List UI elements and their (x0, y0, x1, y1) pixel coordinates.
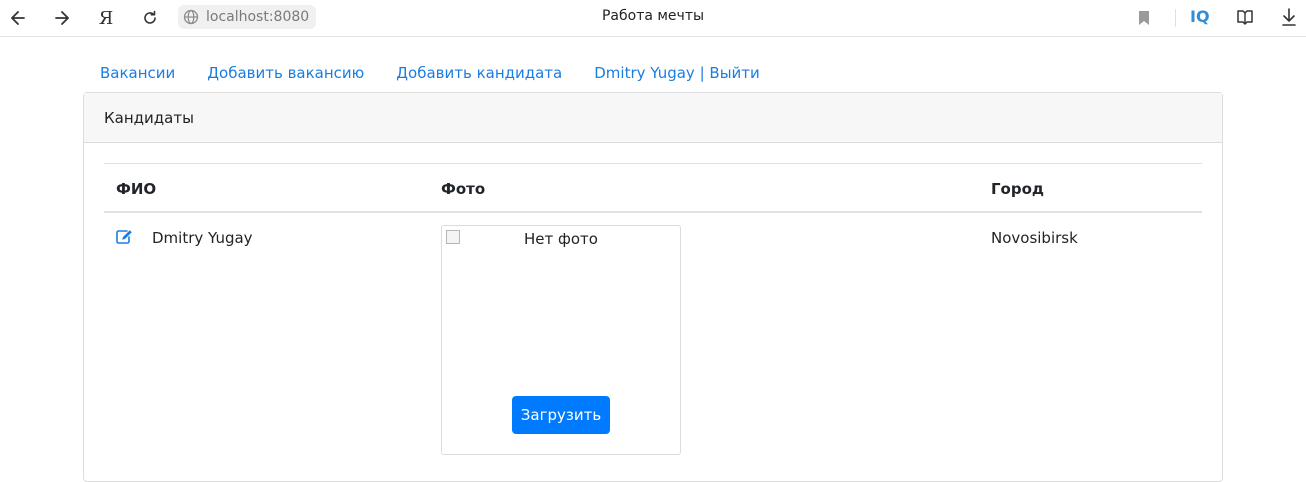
candidate-photo: Нет фото Загрузить (441, 225, 681, 455)
back-arrow-icon[interactable] (6, 6, 30, 30)
reload-icon[interactable] (138, 6, 162, 30)
table-header: ФИО Фото Город (104, 164, 1202, 213)
candidates-table: ФИО Фото Город Dmitry Yugay Нет фото Заг… (104, 163, 1202, 463)
url-text: localhost:8080 (206, 9, 310, 25)
main-nav: Вакансии Добавить вакансию Добавить канд… (84, 62, 776, 84)
photo-alt-text: Нет фото (524, 230, 598, 248)
nav-add-vacancy-link[interactable]: Добавить вакансию (191, 62, 380, 84)
column-header-city: Город (991, 180, 1045, 198)
browser-toolbar: Я localhost:8080 Работа мечты IQ (0, 0, 1306, 37)
reader-icon[interactable] (1235, 7, 1255, 31)
upload-photo-button[interactable]: Загрузить (512, 396, 610, 434)
bookmark-icon[interactable] (1137, 10, 1151, 30)
column-header-photo: Фото (441, 180, 486, 198)
candidates-card: Кандидаты ФИО Фото Город Dmitry Yugay Не… (83, 92, 1223, 482)
nav-user-logout-link[interactable]: Dmitry Yugay | Выйти (578, 62, 776, 84)
table-row: Dmitry Yugay Нет фото Загрузить Novosibi… (104, 213, 1202, 463)
candidate-name: Dmitry Yugay (152, 229, 253, 247)
iq-button[interactable]: IQ (1190, 7, 1210, 26)
nav-vacancies-link[interactable]: Вакансии (84, 62, 191, 84)
toolbar-divider (1175, 9, 1176, 27)
column-header-name: ФИО (116, 180, 157, 198)
candidate-city: Novosibirsk (991, 229, 1078, 247)
card-title: Кандидаты (84, 93, 1222, 143)
address-bar[interactable]: localhost:8080 (178, 5, 316, 29)
download-icon[interactable] (1281, 7, 1297, 31)
edit-icon[interactable] (116, 229, 133, 244)
yandex-button[interactable]: Я (94, 6, 118, 30)
forward-arrow-icon[interactable] (50, 6, 74, 30)
globe-icon (183, 9, 199, 25)
nav-add-candidate-link[interactable]: Добавить кандидата (380, 62, 578, 84)
